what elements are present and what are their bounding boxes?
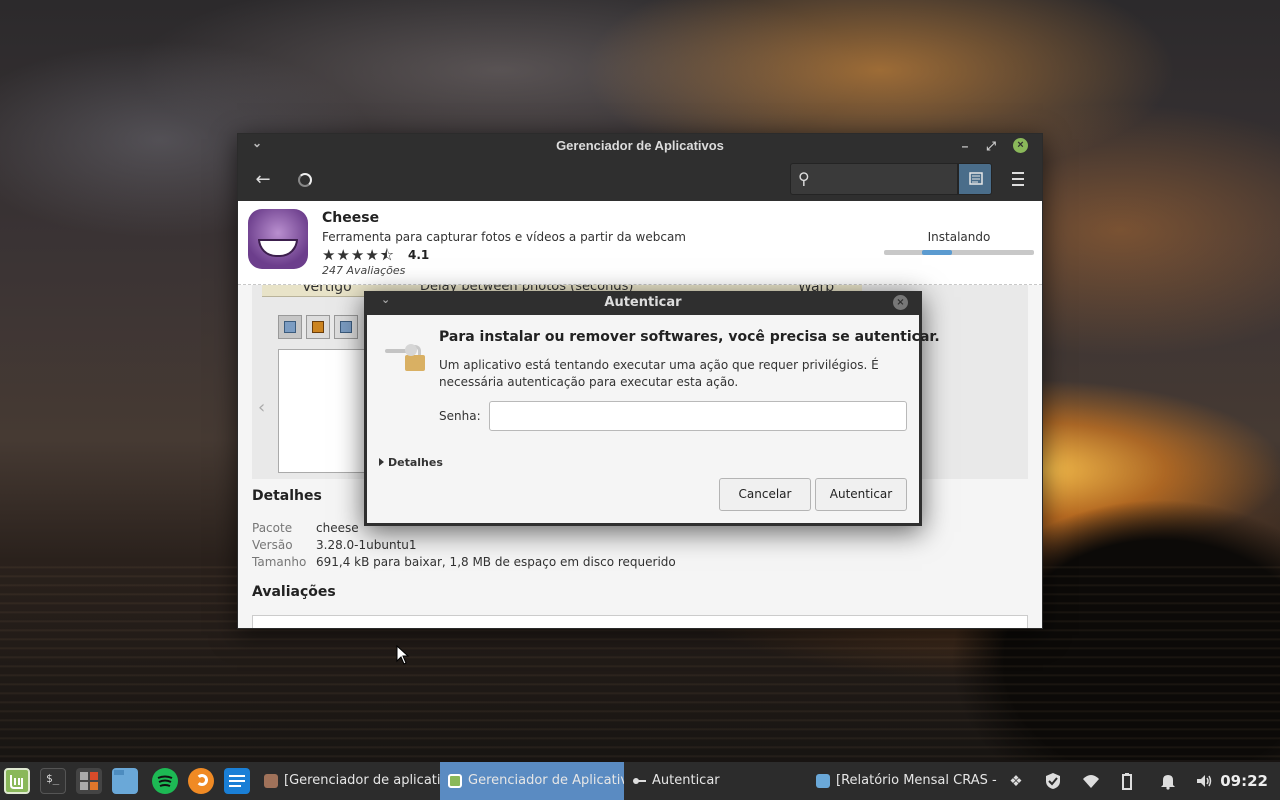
calculator-icon[interactable]: [76, 768, 102, 794]
auth-heading: Para instalar ou remover softwares, você…: [439, 329, 940, 345]
close-icon[interactable]: ×: [1013, 138, 1028, 153]
auth-dialog: ⌄ Autenticar × Para instalar ou remover …: [364, 291, 940, 526]
taskbar-task-software-manager[interactable]: Gerenciador de Aplicativos: [440, 762, 624, 800]
dropbox-icon[interactable]: ❖: [1007, 772, 1025, 790]
taskbar-task-software-manager-bg[interactable]: [Gerenciador de aplicativ...: [256, 762, 440, 800]
software-manager-icon: [448, 774, 462, 788]
review-count: 247 Avaliações: [322, 264, 406, 277]
search-input[interactable]: [821, 168, 951, 190]
taskbar: $_ [Gerenciador de aplicativ... Gerencia…: [0, 762, 1280, 800]
search-box[interactable]: ⚲: [790, 163, 958, 195]
volume-icon[interactable]: [1195, 772, 1213, 790]
authenticate-button[interactable]: Autenticar: [815, 478, 907, 511]
loading-spinner-icon: [298, 173, 312, 187]
cheese-app-icon: [248, 209, 308, 269]
reviews-heading: Avaliações: [252, 584, 336, 600]
text-editor-icon[interactable]: [224, 768, 250, 794]
clock[interactable]: 09:22: [1220, 772, 1268, 790]
install-status: Instalando: [927, 230, 991, 244]
header-bar: ← ⚲: [238, 158, 1042, 201]
update-shield-icon[interactable]: [1044, 772, 1062, 790]
notifications-bell-icon[interactable]: [1159, 772, 1177, 790]
spotify-icon[interactable]: [152, 768, 178, 794]
rating-value: 4.1: [408, 248, 430, 262]
screenshot-canvas: [278, 349, 378, 473]
folder-icon: [816, 774, 830, 788]
reviews-list: [252, 615, 1028, 628]
maximize-icon[interactable]: ⤢: [982, 137, 1000, 155]
terminal-icon[interactable]: $_: [40, 768, 66, 794]
expander-arrow-icon: [379, 458, 384, 466]
details-expander[interactable]: Detalhes: [379, 456, 443, 469]
window-title: Gerenciador de Aplicativos: [556, 138, 724, 153]
burst-mode-icon[interactable]: [334, 315, 358, 339]
auth-message: Um aplicativo está tentando executar uma…: [439, 358, 879, 389]
menu-launcher-icon[interactable]: [4, 768, 30, 794]
password-input[interactable]: [489, 401, 907, 431]
previous-screenshot-icon[interactable]: ‹: [258, 397, 265, 418]
auth-title: Autenticar: [604, 295, 682, 310]
minimize-icon[interactable]: –: [956, 137, 974, 155]
app-name: Cheese: [322, 210, 380, 226]
photo-mode-icon[interactable]: [278, 315, 302, 339]
taskbar-task-authenticate[interactable]: Autenticar: [624, 762, 808, 800]
window-titlebar[interactable]: ⌄ Gerenciador de Aplicativos – ⤢ ×: [238, 134, 1042, 158]
app-description: Ferramenta para capturar fotos e vídeos …: [322, 230, 686, 244]
dialog-close-icon[interactable]: ×: [893, 295, 908, 310]
search-toggle-button[interactable]: [958, 163, 992, 195]
key-icon: [632, 774, 646, 788]
install-progress-fill: [922, 250, 952, 255]
cancel-button[interactable]: Cancelar: [719, 478, 811, 511]
details-heading: Detalhes: [252, 488, 322, 504]
wifi-icon[interactable]: [1082, 772, 1100, 790]
video-mode-icon[interactable]: [306, 315, 330, 339]
file-manager-icon[interactable]: [112, 768, 138, 794]
key-lock-icon: [383, 339, 429, 375]
package-icon: [264, 774, 278, 788]
password-label: Senha:: [439, 409, 481, 423]
taskbar-task-relatorio[interactable]: [Relatório Mensal CRAS - ...: [808, 762, 998, 800]
install-progress-bar: [884, 250, 1034, 255]
list-icon: [969, 172, 983, 185]
menu-button[interactable]: [1008, 168, 1028, 190]
auth-titlebar[interactable]: ⌄ Autenticar ×: [364, 291, 922, 315]
firefox-icon[interactable]: [188, 768, 214, 794]
back-button[interactable]: ←: [250, 168, 276, 192]
app-header: Cheese Ferramenta para capturar fotos e …: [238, 201, 1042, 285]
battery-icon[interactable]: [1118, 772, 1136, 790]
search-icon: ⚲: [798, 169, 810, 188]
strip-text-vertigo: Vertigo: [302, 285, 352, 295]
